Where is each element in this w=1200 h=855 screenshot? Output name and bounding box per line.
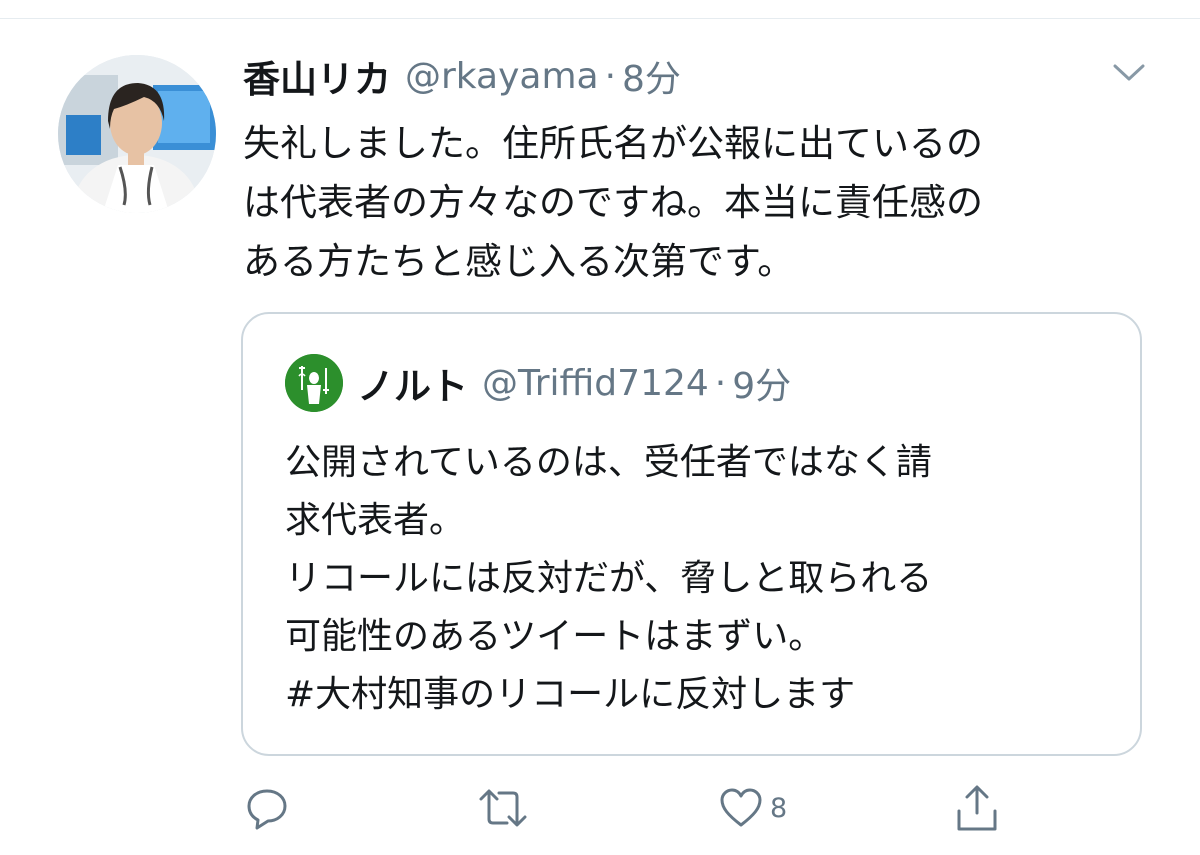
tweet-text: 失礼しました。住所氏名が公報に出ているの は代表者の方々なのですね。本当に責任感…	[243, 114, 1143, 291]
heart-icon	[720, 788, 762, 827]
like-count: 8	[770, 792, 788, 824]
quoted-tweet-text: 公開されているのは、受任者ではなく請 求代表者。 リコールには反対だが、脅しと取…	[285, 434, 1085, 724]
reply-button[interactable]	[244, 780, 290, 836]
retweet-icon	[479, 789, 527, 827]
quoted-user-avatar[interactable]	[285, 354, 343, 412]
divider	[0, 18, 1200, 19]
retweet-button[interactable]	[475, 780, 531, 836]
quoted-text-line: 公開されているのは、受任者ではなく請	[285, 442, 932, 483]
quoted-tweet-timestamp[interactable]: 9分	[732, 357, 791, 409]
quoted-text-line: 求代表者。	[285, 500, 466, 541]
quoted-display-name[interactable]: ノルト	[357, 356, 468, 410]
tweet-actions: 8	[0, 780, 1200, 840]
display-name[interactable]: 香山リカ	[243, 49, 391, 103]
hashtag-link[interactable]: #大村知事のリコールに反対します	[285, 666, 1085, 724]
quoted-text-line: 可能性のあるツイートはまずい。	[285, 616, 825, 657]
quoted-tweet-card[interactable]: ノルト @Triffid7124 · 9分 公開されているのは、受任者ではなく請…	[241, 312, 1142, 756]
separator-dot: ·	[714, 362, 727, 404]
tweet[interactable]: 香山リカ @rkayama · 8分 失礼しました。住所氏名が公報に出ているの …	[0, 0, 1200, 855]
tweet-text-line: は代表者の方々なのですね。本当に責任感の	[243, 181, 983, 224]
separator-dot: ·	[604, 55, 617, 97]
quoted-text-line: リコールには反対だが、脅しと取られる	[285, 558, 933, 599]
chevron-down-icon[interactable]	[1112, 62, 1146, 84]
tweet-timestamp[interactable]: 8分	[622, 50, 681, 102]
share-icon	[957, 785, 997, 831]
like-button[interactable]: 8	[718, 780, 787, 836]
user-avatar[interactable]	[58, 55, 216, 213]
quoted-tweet-header: ノルト @Triffid7124 · 9分	[357, 354, 791, 412]
tweet-text-line: ある方たちと感じ入る次第です。	[243, 240, 795, 283]
avatar-photo	[58, 55, 216, 213]
share-button[interactable]	[953, 780, 1001, 836]
tweet-header: 香山リカ @rkayama · 8分	[243, 50, 681, 102]
quoted-avatar-figure-icon	[285, 354, 343, 412]
reply-icon	[247, 789, 287, 830]
user-handle[interactable]: @rkayama	[405, 56, 599, 97]
quoted-user-handle[interactable]: @Triffid7124	[482, 363, 709, 404]
tweet-text-line: 失礼しました。住所氏名が公報に出ているの	[243, 122, 983, 165]
